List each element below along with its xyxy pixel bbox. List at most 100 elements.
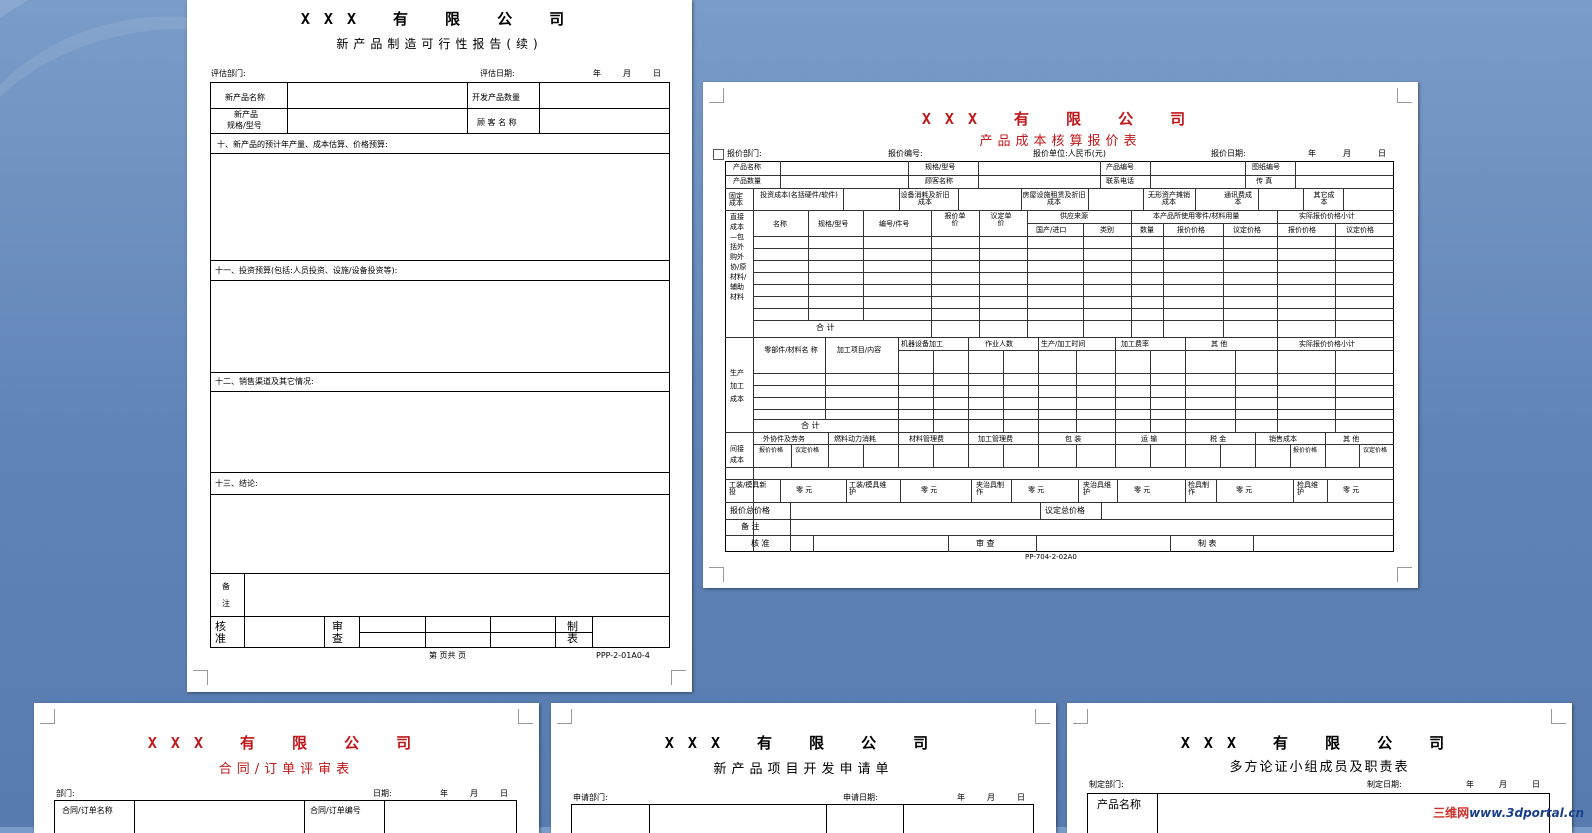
company-title: XXX 有 限 公 司	[921, 110, 1200, 128]
document-subtitle: 新产品项目开发申请单	[713, 762, 894, 777]
year-label: 年	[957, 793, 965, 802]
review-label: 审查	[332, 620, 343, 645]
indirect-agreed-price: 议定价格	[1363, 447, 1388, 454]
dev-quantity-label: 开发产品数量	[472, 93, 520, 102]
month-label: 月	[1499, 780, 1507, 789]
crop-mark	[1073, 709, 1088, 724]
prod-header-machine: 机器设备加工	[901, 340, 943, 348]
total-quote-label: 报价总价格	[730, 506, 770, 515]
month-label: 月	[1343, 149, 1351, 158]
jig-make-label: 夹治具制作	[976, 481, 1004, 496]
direct-header-name: 名称	[773, 220, 787, 228]
document-code: PPP-2-01A0-4	[596, 651, 650, 660]
year-label: 年	[1466, 780, 1474, 789]
zero-yuan: 零 元	[796, 486, 813, 494]
indirect-quote-price: 报价价格	[759, 447, 784, 454]
indirect-agreed-price: 议定价格	[795, 447, 820, 454]
year-label: 年	[1308, 149, 1316, 158]
month-label: 月	[623, 69, 631, 78]
crop-mark	[1397, 88, 1412, 103]
fixture-maint-label: 工装/模具维护	[849, 481, 887, 496]
crop-mark	[193, 670, 208, 685]
table-move-handle-icon[interactable]	[713, 149, 724, 160]
indirect-header-transport: 运 输	[1141, 435, 1158, 443]
document-page-contract-review[interactable]: XXX 有 限 公 司 合同/订单评审表 部门: 日期: 年 月 日 合同/订单…	[34, 703, 539, 833]
fixed-cost-label: 固定成本	[729, 192, 743, 207]
product-name-label: 产品名称	[733, 163, 761, 171]
dept-label: 申请部门:	[573, 793, 608, 802]
crop-mark	[1397, 567, 1412, 582]
document-page-cost-quotation[interactable]: XXX 有 限 公 司 产品成本核算报价表 报价部门: 报价编号: 报价单位:人…	[703, 82, 1418, 588]
direct-sub-agreed: 议定价格	[1233, 226, 1261, 234]
remarks-label: 注	[222, 599, 230, 608]
customer-label: 顾 客 名 称	[477, 118, 517, 127]
dept-label: 制定部门:	[1089, 780, 1124, 789]
dept-label: 部门:	[56, 789, 75, 798]
drawing-no-label: 图纸编号	[1252, 163, 1280, 171]
crop-mark	[40, 709, 55, 724]
document-page-project-application[interactable]: XXX 有 限 公 司 新产品项目开发申请单 申请部门: 申请日期: 年 月 日	[551, 703, 1056, 833]
month-label: 月	[470, 789, 478, 798]
agreed-total-label: 议定总价格	[1045, 506, 1085, 515]
document-subtitle: 产品成本核算报价表	[979, 134, 1142, 149]
year-label: 年	[593, 69, 601, 78]
direct-header-quote-unit: 报价单价	[944, 212, 966, 227]
prod-header-process: 加工项目/内容	[836, 346, 882, 354]
prepare-label: 制表	[567, 620, 578, 645]
indirect-header-outsource: 外协件及劳务	[763, 435, 805, 443]
indirect-quote-price: 报价价格	[1293, 447, 1318, 454]
indirect-header-sales: 销售成本	[1269, 435, 1297, 443]
document-subtitle: 新产品制造可行性报告(续)	[336, 37, 543, 51]
fixed-item-facility: 房屋设施租赁及折旧成本	[1022, 191, 1086, 206]
crop-mark	[1551, 709, 1566, 724]
zero-yuan: 零 元	[1134, 486, 1151, 494]
fixture-new-label: 工装/模具新投	[729, 481, 767, 496]
direct-sub-quote-total: 报价价格	[1288, 226, 1316, 234]
fixed-item-telecom: 通讯费成本	[1224, 191, 1252, 206]
product-qty-label: 产品数量	[733, 177, 761, 185]
production-cost-label: 生产加工成本	[730, 369, 744, 403]
date-label: 报价日期:	[1211, 149, 1246, 158]
crop-mark	[557, 709, 572, 724]
prod-header-rate: 加工费率	[1121, 340, 1149, 348]
section-13-heading: 十三、结论:	[215, 479, 258, 488]
month-label: 月	[987, 793, 995, 802]
day-label: 日	[653, 69, 661, 78]
zero-yuan: 零 元	[1028, 486, 1045, 494]
direct-header-usage: 本产品所使用零件/材料用量	[1153, 212, 1240, 220]
date-label: 评估日期:	[480, 69, 515, 78]
remarks-label: 备	[222, 582, 230, 591]
approve-label: 核 准	[751, 539, 770, 548]
indirect-header-tax: 税 金	[1210, 435, 1227, 443]
section-12-heading: 十二、销售渠道及其它情况:	[215, 377, 314, 386]
indirect-header-process-mgmt: 加工管理费	[978, 435, 1013, 443]
indirect-header-material-mgmt: 材料管理费	[909, 435, 944, 443]
year-label: 年	[440, 789, 448, 798]
direct-header-agreed-unit: 议定单价	[990, 212, 1012, 227]
direct-subtotal-label: 合 计	[816, 323, 835, 332]
fax-label: 传 真	[1256, 177, 1273, 185]
zero-yuan: 零 元	[1236, 486, 1253, 494]
date-label: 日期:	[373, 789, 392, 798]
prod-header-workers: 作业人数	[985, 340, 1013, 348]
contract-name-label: 合同/订单名称	[62, 806, 113, 815]
fixed-item-equipment: 设备消耗及折旧成本	[900, 191, 950, 206]
direct-sub-agreed-total: 议定价格	[1346, 226, 1374, 234]
phone-label: 联系电话	[1106, 177, 1134, 185]
approve-label: 核准	[215, 620, 226, 645]
direct-header-source: 供应来源	[1060, 212, 1088, 220]
company-title: XXX 有 限 公 司	[147, 734, 426, 752]
day-label: 日	[1532, 780, 1540, 789]
direct-sub-origin: 国产/进口	[1036, 226, 1067, 234]
product-name-label: 产品名称	[1097, 798, 1141, 811]
direct-sub-quote: 报价价格	[1177, 226, 1205, 234]
day-label: 日	[500, 789, 508, 798]
date-label: 申请日期:	[843, 793, 878, 802]
zero-yuan: 零 元	[921, 486, 938, 494]
section-10-heading: 十、新产品的预计年产量、成本估算、价格预算:	[217, 140, 388, 149]
indirect-header-packing: 包 装	[1065, 435, 1082, 443]
report-table	[210, 82, 670, 648]
indirect-header-other: 其 他	[1343, 435, 1360, 443]
document-page-feasibility-report[interactable]: XXX 有 限 公 司 新产品制造可行性报告(续) 评估部门: 评估日期: 年 …	[187, 0, 692, 692]
contract-no-label: 合同/订单编号	[310, 806, 361, 815]
